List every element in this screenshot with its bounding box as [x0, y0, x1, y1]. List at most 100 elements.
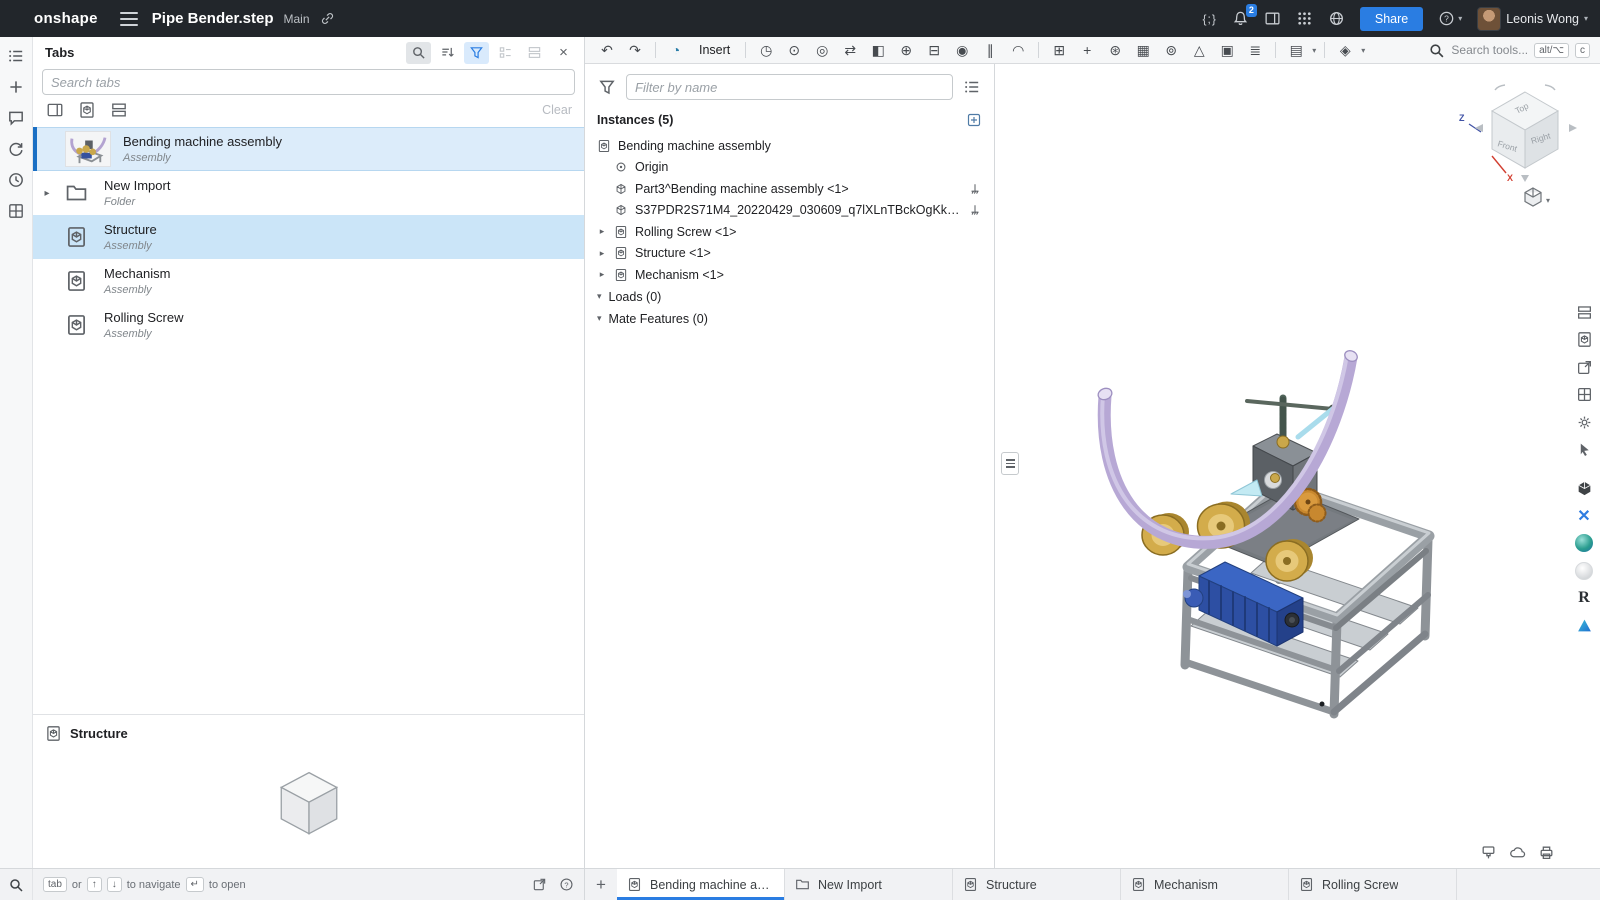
help-icon[interactable]	[559, 877, 574, 892]
tangent-relation-icon[interactable]: ◠	[1006, 43, 1030, 57]
insert-instance-icon[interactable]	[966, 112, 982, 128]
app-store-grid-icon[interactable]	[1296, 10, 1313, 27]
revert-icon[interactable]: ◷	[754, 43, 778, 57]
help-menu[interactable]: ▾	[1438, 10, 1462, 27]
list-options-icon[interactable]	[962, 78, 982, 96]
circular-pattern-icon[interactable]: ⊚	[1159, 43, 1183, 57]
redo-icon[interactable]: ↷	[623, 43, 647, 57]
snapshot-icon[interactable]: ▣	[1215, 43, 1239, 57]
panel-layout-icon[interactable]	[1264, 10, 1281, 27]
fixed-instance-icon[interactable]	[968, 182, 982, 196]
close-panel-icon[interactable]: ×	[551, 42, 576, 64]
search-tools-label[interactable]: Search tools...	[1451, 43, 1528, 57]
simulation-icon[interactable]: ◈	[1333, 43, 1357, 57]
expand-chevron-icon[interactable]: ▸	[597, 269, 607, 280]
cloud-services-icon[interactable]	[1507, 842, 1527, 862]
filter-type-image-icon[interactable]	[109, 101, 129, 119]
card-view-icon[interactable]	[522, 42, 547, 64]
3d-model-canvas[interactable]: Top Front Right Z X ▾	[995, 64, 1600, 868]
open-in-new-icon[interactable]	[532, 877, 547, 892]
linear-pattern-icon[interactable]: ▦	[1131, 43, 1155, 57]
notifications-bell-icon[interactable]: 2	[1232, 4, 1257, 27]
selection-tool-icon[interactable]	[1573, 439, 1595, 461]
fastened-mate-icon[interactable]: ⊙	[782, 43, 806, 57]
versions-icon[interactable]	[7, 140, 25, 158]
search-tabs-corner-icon[interactable]	[0, 869, 33, 900]
search-tools[interactable]: Search tools... alt/⌥ c	[1428, 42, 1590, 59]
add-tab-button[interactable]: +	[585, 869, 617, 900]
tree-row-rolling-screw[interactable]: ▸ Rolling Screw <1>	[585, 221, 994, 243]
filter-icon[interactable]	[597, 78, 617, 96]
filter-type-document-icon[interactable]	[77, 101, 97, 119]
insert-parts-icon[interactable]: ◔	[664, 43, 688, 57]
revolute-mate-icon[interactable]: ◎	[810, 43, 834, 57]
collapse-chevron-icon[interactable]: ▾	[597, 291, 602, 302]
pin-slot-mate-icon[interactable]: ⊟	[922, 43, 946, 57]
tree-row-structure[interactable]: ▸ Structure <1>	[585, 243, 994, 265]
sort-tabs-icon[interactable]	[435, 42, 460, 64]
filter-by-name-input[interactable]	[635, 79, 944, 95]
doc-tab-new-import[interactable]: New Import	[785, 869, 953, 900]
share-button[interactable]: Share	[1359, 6, 1424, 31]
print-icon[interactable]	[1536, 842, 1556, 862]
tab-row-structure[interactable]: Structure Assembly	[33, 215, 584, 259]
parallel-relation-icon[interactable]: ∥	[978, 43, 1002, 57]
search-tabs-box[interactable]	[42, 69, 575, 95]
display-states-caret-icon[interactable]: ▾	[1312, 46, 1316, 55]
panel-resize-handle[interactable]	[1001, 452, 1019, 475]
search-tabs-icon[interactable]	[406, 41, 431, 64]
onshape-logo-icon[interactable]	[8, 9, 28, 29]
configurations-icon[interactable]	[1573, 384, 1595, 406]
globe-app-icon[interactable]	[1573, 532, 1595, 554]
list-view-icon[interactable]	[493, 42, 518, 64]
version-graph-icon[interactable]	[1573, 356, 1595, 378]
expand-chevron-icon[interactable]: ▸	[39, 188, 55, 199]
doc-tab-rolling-screw[interactable]: Rolling Screw	[1289, 869, 1457, 900]
doc-tab-mechanism[interactable]: Mechanism	[1121, 869, 1289, 900]
loads-section-header[interactable]: ▾ Loads (0)	[585, 286, 994, 308]
search-tools-icon[interactable]	[1428, 42, 1445, 59]
model-properties-icon[interactable]	[1573, 301, 1595, 323]
tree-row-mechanism[interactable]: ▸ Mechanism <1>	[585, 264, 994, 286]
search-tabs-input[interactable]	[51, 74, 566, 90]
tree-row-part3[interactable]: Part3^Bending machine assembly <1>	[585, 178, 994, 200]
add-icon[interactable]	[7, 78, 25, 96]
collapse-chevron-icon[interactable]: ▾	[597, 313, 602, 324]
bom-table-icon[interactable]	[1573, 329, 1595, 351]
view-options-button[interactable]: ▾	[1524, 187, 1550, 207]
tab-row-new-import[interactable]: ▸ New Import Folder	[33, 171, 584, 215]
language-globe-icon[interactable]	[1328, 10, 1345, 27]
named-positions-icon[interactable]: ≣	[1243, 43, 1267, 57]
doc-tab-structure[interactable]: Structure	[953, 869, 1121, 900]
view-cube[interactable]: Top Front Right Z X	[1459, 84, 1577, 183]
app-name[interactable]: onshape	[34, 10, 98, 27]
fixed-instance-icon[interactable]	[968, 203, 982, 217]
replicate-icon[interactable]: ⊛	[1103, 43, 1127, 57]
display-states-icon[interactable]: ▤	[1284, 43, 1308, 57]
filter-type-split-icon[interactable]	[45, 101, 65, 119]
exploded-view-icon[interactable]: △	[1187, 43, 1211, 57]
doc-tab-bending-machine-assembly[interactable]: Bending machine asse...	[617, 869, 785, 900]
comments-icon[interactable]	[7, 109, 25, 127]
expand-chevron-icon[interactable]: ▸	[597, 248, 607, 259]
solid-cube-app-icon[interactable]	[1573, 477, 1595, 499]
share-link-icon[interactable]	[320, 11, 335, 26]
filter-by-name-box[interactable]	[626, 74, 953, 100]
main-menu-icon[interactable]	[119, 11, 138, 26]
tab-row-rolling-screw[interactable]: Rolling Screw Assembly	[33, 303, 584, 347]
group-mate-icon[interactable]: ⊞	[1047, 43, 1071, 57]
feature-script-icon[interactable]: {;}	[1203, 12, 1217, 26]
undo-icon[interactable]: ↶	[595, 43, 619, 57]
branch-label[interactable]: Main	[284, 12, 310, 26]
mate-features-section-header[interactable]: ▾ Mate Features (0)	[585, 308, 994, 330]
cylindrical-mate-icon[interactable]: ⊕	[894, 43, 918, 57]
tab-row-mechanism[interactable]: Mechanism Assembly	[33, 259, 584, 303]
slider-mate-icon[interactable]: ⇄	[838, 43, 862, 57]
x-app-icon[interactable]: ✕	[1573, 505, 1595, 527]
outline-list-icon[interactable]	[7, 47, 25, 65]
planar-mate-icon[interactable]: ◧	[866, 43, 890, 57]
user-menu[interactable]: Leonis Wong ▾	[1477, 6, 1588, 31]
clear-filters-button[interactable]: Clear	[542, 103, 572, 117]
appearance-brush-icon[interactable]	[1478, 842, 1498, 862]
simulation-caret-icon[interactable]: ▾	[1361, 46, 1365, 55]
